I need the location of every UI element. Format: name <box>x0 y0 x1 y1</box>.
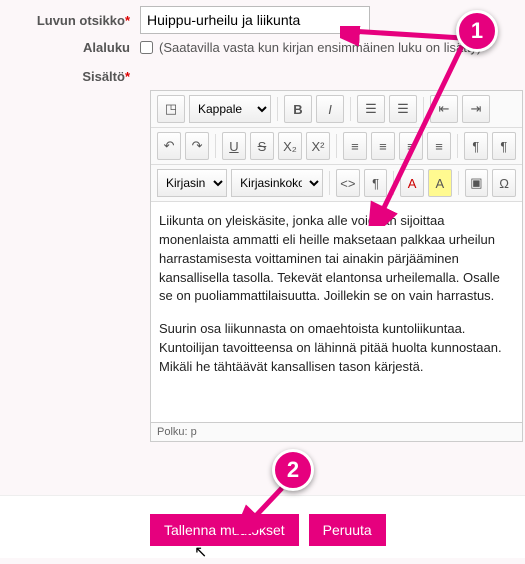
row-subchapter: Alaluku (Saatavilla vasta kun kirjan ens… <box>0 40 525 55</box>
content-paragraph-1: Liikunta on yleiskäsite, jonka alle void… <box>159 212 514 306</box>
strike-button[interactable]: S <box>250 132 274 160</box>
bold-button[interactable]: B <box>284 95 312 123</box>
rtl-icon: ¶ <box>500 139 507 154</box>
label-title: Luvun otsikko* <box>0 13 140 28</box>
outdent-icon: ⇤ <box>439 101 450 117</box>
toolbar-row-3: Kirjasin Kirjasinkoko <> ¶ A A ▣ Ω <box>151 165 522 202</box>
callout-2: 2 <box>272 449 314 491</box>
bulleted-list-button[interactable]: ☰ <box>357 95 385 123</box>
separator <box>458 171 459 195</box>
row-content: Sisältö* <box>0 61 525 84</box>
align-center-button[interactable]: ≡ <box>371 132 395 160</box>
mouse-cursor-icon: ↖ <box>194 542 207 562</box>
separator <box>215 134 216 158</box>
subchapter-hint: (Saatavilla vasta kun kirjan ensimmäinen… <box>159 40 481 55</box>
image-icon: ▣ <box>470 175 482 191</box>
toolbar-row-1: ◳ Kappale B I ☰ ☰ ⇤ ⇥ <box>151 91 522 128</box>
separator <box>329 171 330 195</box>
separator <box>277 97 278 121</box>
label-subchapter: Alaluku <box>0 40 140 55</box>
ltr-icon: ¶ <box>472 139 479 154</box>
numbered-list-button[interactable]: ☰ <box>389 95 417 123</box>
source-code-button[interactable]: <> <box>336 169 360 197</box>
title-input[interactable] <box>140 6 370 34</box>
rich-text-editor: ◳ Kappale B I ☰ ☰ ⇤ ⇥ ↶ ↷ U S X₂ X² ≡ ≡ … <box>150 90 523 442</box>
toolbar-row-2: ↶ ↷ U S X₂ X² ≡ ≡ ≡ ≡ ¶ ¶ <box>151 128 522 165</box>
label-title-text: Luvun otsikko <box>37 13 125 28</box>
align-left-button[interactable]: ≡ <box>343 132 367 160</box>
element-path-bar: Polku: p <box>151 422 522 441</box>
redo-button[interactable]: ↷ <box>185 132 209 160</box>
footer-actions: Tallenna muutokset Peruuta <box>0 495 525 558</box>
label-content-text: Sisältö <box>82 69 125 84</box>
align-left-icon: ≡ <box>351 139 359 154</box>
required-asterisk: * <box>125 13 130 28</box>
paragraph-icon: ¶ <box>372 176 379 191</box>
row-title: Luvun otsikko* <box>0 6 525 34</box>
font-size-select[interactable]: Kirjasinkoko <box>231 169 323 197</box>
source-button[interactable]: ◳ <box>157 95 185 123</box>
separator <box>336 134 337 158</box>
outdent-button[interactable]: ⇤ <box>430 95 458 123</box>
bullets-icon: ☰ <box>365 101 377 117</box>
format-select[interactable]: Kappale <box>189 95 271 123</box>
separator <box>393 171 394 195</box>
ltr-button[interactable]: ¶ <box>464 132 488 160</box>
save-button[interactable]: Tallenna muutokset <box>150 514 299 546</box>
superscript-button[interactable]: X² <box>306 132 330 160</box>
insert-image-button[interactable]: ▣ <box>465 169 489 197</box>
callout-1: 1 <box>456 10 498 52</box>
label-content: Sisältö* <box>0 61 140 84</box>
align-right-icon: ≡ <box>407 139 415 154</box>
italic-button[interactable]: I <box>316 95 344 123</box>
bg-color-button[interactable]: A <box>428 169 452 197</box>
subchapter-checkbox-wrap: (Saatavilla vasta kun kirjan ensimmäinen… <box>140 40 481 55</box>
underline-button[interactable]: U <box>222 132 246 160</box>
editor-content-area[interactable]: Liikunta on yleiskäsite, jonka alle void… <box>151 202 522 422</box>
subscript-button[interactable]: X₂ <box>278 132 302 160</box>
numbers-icon: ☰ <box>397 101 409 117</box>
align-center-icon: ≡ <box>379 139 387 154</box>
required-asterisk-2: * <box>125 69 130 84</box>
align-right-button[interactable]: ≡ <box>399 132 423 160</box>
cancel-button[interactable]: Peruuta <box>309 514 386 546</box>
indent-icon: ⇥ <box>471 101 482 117</box>
subchapter-checkbox[interactable] <box>140 41 153 54</box>
separator <box>457 134 458 158</box>
special-char-button[interactable]: Ω <box>492 169 516 197</box>
align-justify-button[interactable]: ≡ <box>427 132 451 160</box>
undo-button[interactable]: ↶ <box>157 132 181 160</box>
separator <box>423 97 424 121</box>
font-family-select[interactable]: Kirjasin <box>157 169 227 197</box>
align-justify-icon: ≡ <box>435 139 443 154</box>
separator <box>350 97 351 121</box>
text-color-button[interactable]: A <box>400 169 424 197</box>
rtl-button[interactable]: ¶ <box>492 132 516 160</box>
indent-button[interactable]: ⇥ <box>462 95 490 123</box>
content-paragraph-2: Suurin osa liikunnasta on omaehtoista ku… <box>159 320 514 377</box>
show-blocks-button[interactable]: ¶ <box>364 169 388 197</box>
